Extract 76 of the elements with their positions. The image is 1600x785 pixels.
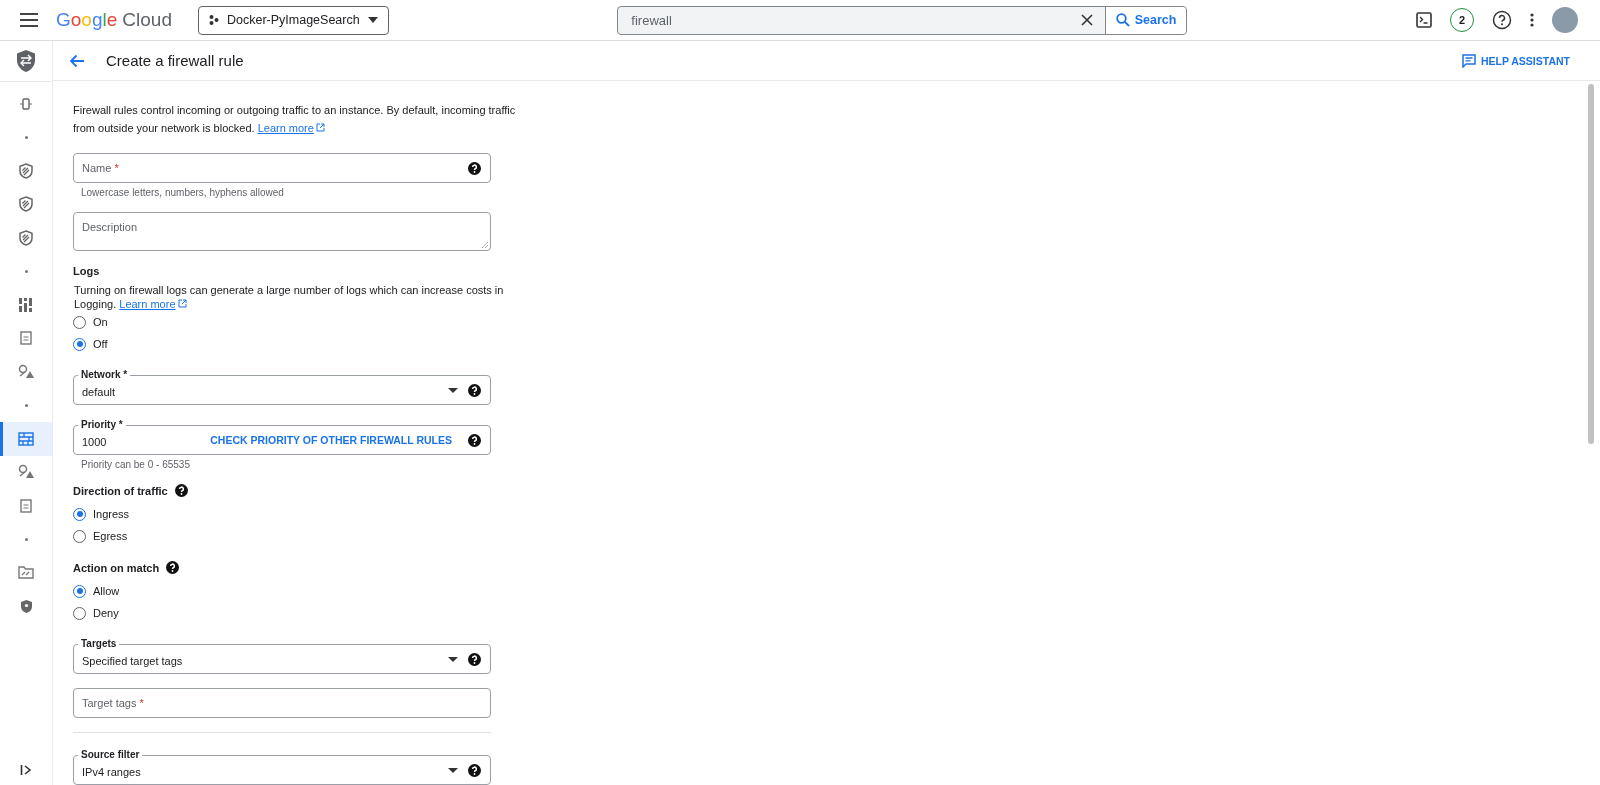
field-label: Targets <box>78 638 120 650</box>
field-hint: Priority can be 0 - 65535 <box>81 459 191 470</box>
nav-item[interactable] <box>0 422 52 456</box>
avatar[interactable] <box>1552 7 1578 33</box>
caret-icon <box>448 656 458 662</box>
shapes-icon <box>18 363 34 380</box>
field-hint: Lowercase letters, numbers, hyphens allowed <box>81 187 285 198</box>
brick-wall-icon <box>18 431 34 446</box>
search-field[interactable]: firewall Search <box>617 5 1188 35</box>
help-assistant-button[interactable]: HELP ASSISTANT <box>1455 52 1576 69</box>
expand-icon[interactable] <box>20 764 32 776</box>
help-icon[interactable] <box>468 433 481 447</box>
scrollbar-thumb[interactable] <box>1588 84 1594 444</box>
radio-label: Off <box>93 338 108 350</box>
help-icon[interactable] <box>468 383 481 397</box>
document-icon <box>20 331 32 346</box>
shield-icon <box>19 598 33 614</box>
shield-arrows-icon[interactable] <box>16 49 36 73</box>
learn-more-link[interactable]: Learn more <box>257 122 325 134</box>
menu-icon[interactable] <box>20 13 38 27</box>
caret-icon <box>367 17 378 23</box>
intro-text: Firewall rules control incoming or outgoing traffic to an instance. By default, incoming traffic from outside your network is blocked. Learn more <box>73 103 517 136</box>
help-icon[interactable] <box>468 763 481 777</box>
field-placeholder: Description <box>82 221 138 233</box>
help-icon[interactable] <box>1492 10 1512 30</box>
help-icon[interactable] <box>468 161 481 175</box>
field-value: default <box>82 384 116 398</box>
shapes-icon <box>18 464 34 481</box>
field-label: Priority * <box>78 419 126 431</box>
section-title: Direction of traffic <box>73 484 168 497</box>
search-icon <box>1115 13 1130 27</box>
search-button[interactable]: Search <box>1104 6 1187 34</box>
radio-label: On <box>93 316 108 328</box>
terminal-icon[interactable] <box>1416 12 1432 28</box>
field-label: Source filter <box>78 749 143 761</box>
radio-label: Deny <box>93 607 119 619</box>
section-title: Action on match <box>73 561 160 574</box>
radio-label: Allow <box>93 585 120 597</box>
caret-icon <box>448 767 458 773</box>
logs-note: Turning on firewall logs can generate a large number of logs which can increase costs in Logging. Learn more <box>74 283 504 311</box>
shield-icon <box>19 162 33 179</box>
chat-icon <box>1461 53 1476 68</box>
caret-icon <box>448 387 458 393</box>
back-arrow-icon[interactable] <box>69 53 85 68</box>
external-link-icon <box>315 123 325 132</box>
resize-grip-icon[interactable] <box>482 242 488 248</box>
help-icon[interactable] <box>174 484 188 497</box>
check-priority-link[interactable]: CHECK PRIORITY OF OTHER FIREWALL RULES <box>210 434 452 446</box>
field-placeholder: Target tags * <box>82 697 144 709</box>
page-title: Create a firewall rule <box>106 52 244 69</box>
shield-icon <box>19 229 33 246</box>
folder-icon <box>18 566 34 580</box>
text-field[interactable]: Name * <box>73 153 491 183</box>
learn-more-link[interactable]: Learn more <box>119 298 187 310</box>
google-cloud-logo[interactable]: Google Cloud <box>56 9 172 31</box>
external-link-icon <box>177 299 187 308</box>
help-icon[interactable] <box>166 561 180 574</box>
plug-icon <box>19 96 33 111</box>
radio-label: Egress <box>93 530 128 542</box>
dots-icon <box>209 15 219 25</box>
project-picker[interactable]: Docker-PyImageSearch <box>198 5 389 35</box>
more-icon[interactable] <box>1530 13 1534 27</box>
field-value: IPv4 ranges <box>82 764 141 778</box>
description-field[interactable]: Description <box>73 212 491 251</box>
text-field[interactable]: Target tags * <box>73 688 491 718</box>
section-title: Logs <box>73 265 100 277</box>
field-label: Network * <box>78 369 131 381</box>
grid-icon <box>19 297 33 312</box>
field-placeholder: Name * <box>82 162 119 174</box>
shield-icon <box>19 196 33 213</box>
document-icon <box>20 498 32 513</box>
field-value: Specified target tags <box>82 653 183 667</box>
help-icon[interactable] <box>468 652 481 666</box>
clear-icon[interactable] <box>1080 14 1093 26</box>
radio-label: Ingress <box>93 508 130 520</box>
field-value: 1000 <box>82 434 107 448</box>
